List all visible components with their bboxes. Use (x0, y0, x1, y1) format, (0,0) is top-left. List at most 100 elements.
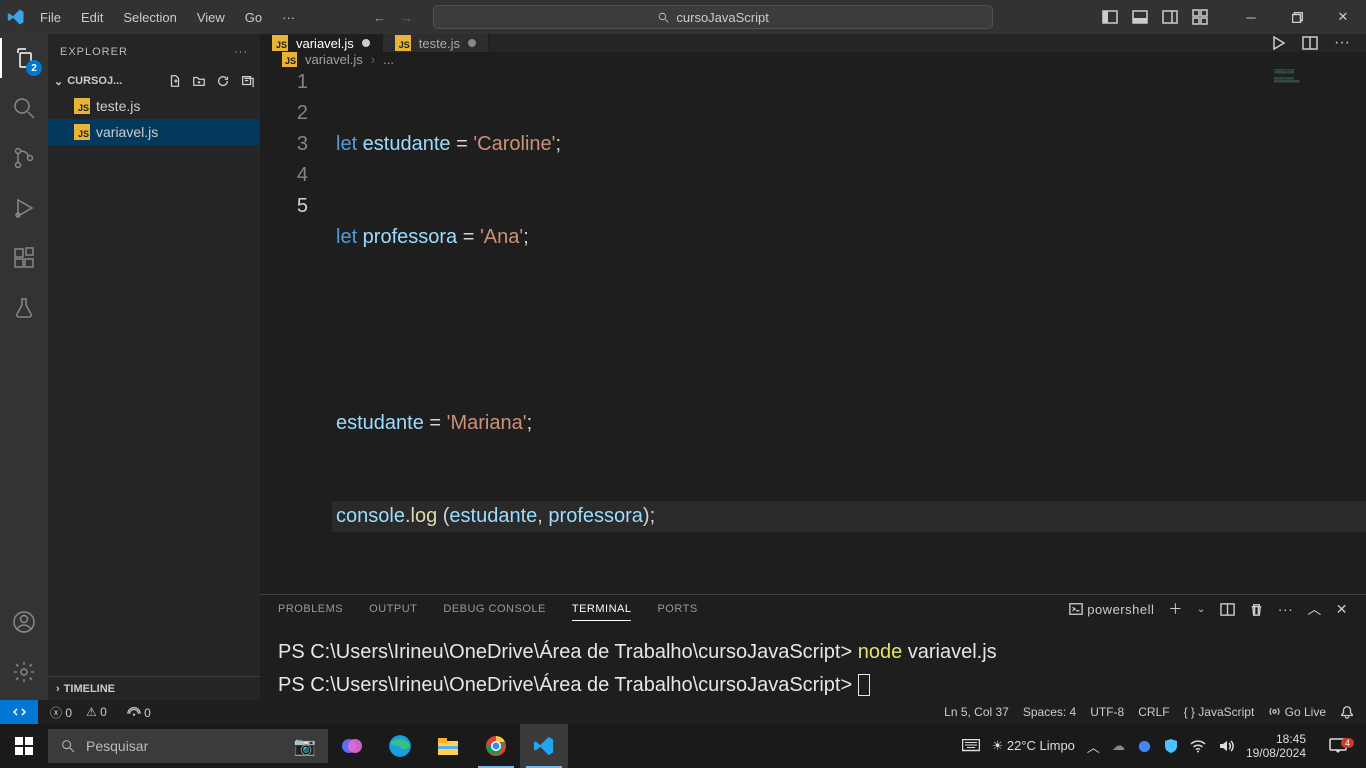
collapse-all-icon[interactable] (240, 74, 254, 88)
activity-search-icon[interactable] (0, 92, 48, 124)
editor-tab[interactable]: JS teste.js (383, 34, 489, 52)
file-name: teste.js (96, 98, 140, 114)
close-panel-icon[interactable]: ✕ (1336, 601, 1348, 624)
panel-tab-debug[interactable]: DEBUG CONSOLE (443, 603, 545, 621)
sidebar-explorer: EXPLORER ··· ⌄ CURSOJ... JS teste.js JS … (48, 34, 260, 700)
status-lncol[interactable]: Ln 5, Col 37 (944, 705, 1009, 719)
file-item[interactable]: JS teste.js (48, 93, 260, 119)
line-gutter: 12345 (260, 67, 332, 594)
timeline-label: TIMELINE (64, 683, 115, 695)
taskbar-vscode-icon[interactable] (520, 724, 568, 768)
activity-extensions-icon[interactable] (0, 242, 48, 274)
menu-file[interactable]: File (32, 6, 69, 29)
dirty-indicator-icon (362, 39, 370, 47)
status-golive[interactable]: Go Live (1268, 705, 1326, 719)
activity-explorer-icon[interactable]: 2 (0, 42, 48, 74)
code-editor[interactable]: 12345 let estudante = 'Caroline'; let pr… (260, 67, 1366, 594)
bottom-panel: PROBLEMS OUTPUT DEBUG CONSOLE TERMINAL P… (260, 594, 1366, 707)
status-notifications-icon[interactable] (1340, 705, 1354, 719)
activity-settings-icon[interactable] (0, 656, 48, 688)
panel-tab-ports[interactable]: PORTS (657, 603, 697, 621)
taskbar-file-explorer-icon[interactable] (424, 724, 472, 768)
menu-edit[interactable]: Edit (73, 6, 111, 29)
tab-more-icon[interactable]: ··· (1334, 34, 1350, 52)
activity-testing-icon[interactable] (0, 292, 48, 324)
taskbar-copilot-icon[interactable] (328, 724, 376, 768)
nav-back-icon[interactable]: ← (373, 10, 386, 25)
breadcrumb[interactable]: JS variavel.js › ... (260, 52, 1366, 67)
terminal-dropdown-icon[interactable]: ⌄ (1197, 604, 1206, 621)
vscode-logo (0, 8, 32, 26)
layout-toggle-bottom-icon[interactable] (1132, 9, 1148, 25)
terminal-profile[interactable]: powershell (1069, 602, 1154, 623)
activity-account-icon[interactable] (0, 606, 48, 638)
new-terminal-icon[interactable]: ＋ (1168, 599, 1183, 625)
code-content[interactable]: let estudante = 'Caroline'; let professo… (332, 67, 1366, 594)
explorer-more-icon[interactable]: ··· (234, 46, 248, 58)
remote-indicator[interactable] (0, 700, 38, 724)
refresh-icon[interactable] (216, 74, 230, 88)
folder-header[interactable]: ⌄ CURSOJ... (48, 69, 260, 93)
tray-meet-icon[interactable] (1137, 739, 1152, 754)
panel-tab-terminal[interactable]: TERMINAL (572, 603, 632, 621)
status-warnings[interactable]: ⚠ 0 (86, 705, 107, 719)
dirty-indicator-icon (468, 39, 476, 47)
status-errors[interactable]: ⓧ 0 (50, 704, 72, 721)
tray-wifi-icon[interactable] (1190, 739, 1206, 753)
menu-selection[interactable]: Selection (115, 6, 184, 29)
chevron-down-icon: ⌄ (54, 75, 63, 88)
status-encoding[interactable]: UTF-8 (1090, 705, 1124, 719)
menu-go[interactable]: Go (237, 6, 270, 29)
activity-run-debug-icon[interactable] (0, 192, 48, 224)
search-icon (60, 738, 76, 754)
split-editor-icon[interactable] (1302, 35, 1318, 51)
window-maximize[interactable] (1274, 0, 1320, 34)
tray-security-icon[interactable] (1164, 738, 1178, 754)
file-item[interactable]: JS variavel.js (48, 119, 260, 145)
new-folder-icon[interactable] (192, 74, 206, 88)
maximize-panel-icon[interactable]: ︿ (1307, 599, 1322, 625)
editor-tab[interactable]: JS variavel.js (260, 34, 383, 52)
window-close[interactable]: ✕ (1320, 0, 1366, 34)
panel-more-icon[interactable]: ··· (1278, 601, 1294, 623)
explorer-title: EXPLORER (60, 46, 128, 58)
tray-weather[interactable]: ☀ 22°C Limpo (992, 738, 1075, 754)
activity-source-control-icon[interactable] (0, 142, 48, 174)
breadcrumb-file: variavel.js (305, 52, 363, 67)
status-spaces[interactable]: Spaces: 4 (1023, 705, 1076, 719)
tray-keyboard-icon[interactable] (962, 739, 980, 753)
split-terminal-icon[interactable] (1220, 602, 1235, 623)
new-file-icon[interactable] (168, 74, 182, 88)
start-button[interactable] (0, 724, 48, 768)
terminal-content[interactable]: PS C:\Users\Irineu\OneDrive\Área de Trab… (260, 629, 1366, 707)
tray-notifications[interactable]: 4 (1318, 738, 1358, 754)
timeline-section[interactable]: › TIMELINE (48, 676, 260, 700)
status-eol[interactable]: CRLF (1138, 705, 1169, 719)
panel-tab-problems[interactable]: PROBLEMS (278, 603, 343, 621)
taskbar-chrome-icon[interactable] (472, 724, 520, 768)
tray-volume-icon[interactable] (1218, 739, 1234, 753)
layout-toggle-right-icon[interactable] (1162, 9, 1178, 25)
windows-search-placeholder: Pesquisar (86, 738, 148, 754)
js-file-icon: JS (74, 98, 90, 114)
menu-view[interactable]: View (189, 6, 233, 29)
explorer-badge: 2 (26, 60, 42, 76)
windows-search[interactable]: Pesquisar 📷 (48, 729, 328, 763)
command-center[interactable]: cursoJavaScript (433, 5, 993, 29)
layout-toggle-left-icon[interactable] (1102, 9, 1118, 25)
layout-customize-icon[interactable] (1192, 9, 1208, 25)
kill-terminal-icon[interactable] (1249, 602, 1264, 623)
camera-icon[interactable]: 📷 (294, 736, 316, 757)
nav-forward-icon[interactable]: → (400, 10, 413, 25)
panel-tab-output[interactable]: OUTPUT (369, 603, 417, 621)
tray-onedrive-icon[interactable]: ☁ (1112, 738, 1125, 754)
status-ports[interactable]: 0 (127, 705, 151, 720)
tray-chevron-icon[interactable]: ︿ (1087, 737, 1100, 756)
status-language[interactable]: { } JavaScript (1184, 705, 1255, 719)
menu-more[interactable]: ··· (274, 6, 303, 29)
tray-clock[interactable]: 18:4519/08/2024 (1246, 732, 1306, 760)
command-center-text: cursoJavaScript (676, 10, 768, 25)
run-file-icon[interactable] (1270, 35, 1286, 51)
taskbar-edge-icon[interactable] (376, 724, 424, 768)
window-minimize[interactable]: ─ (1228, 0, 1274, 34)
